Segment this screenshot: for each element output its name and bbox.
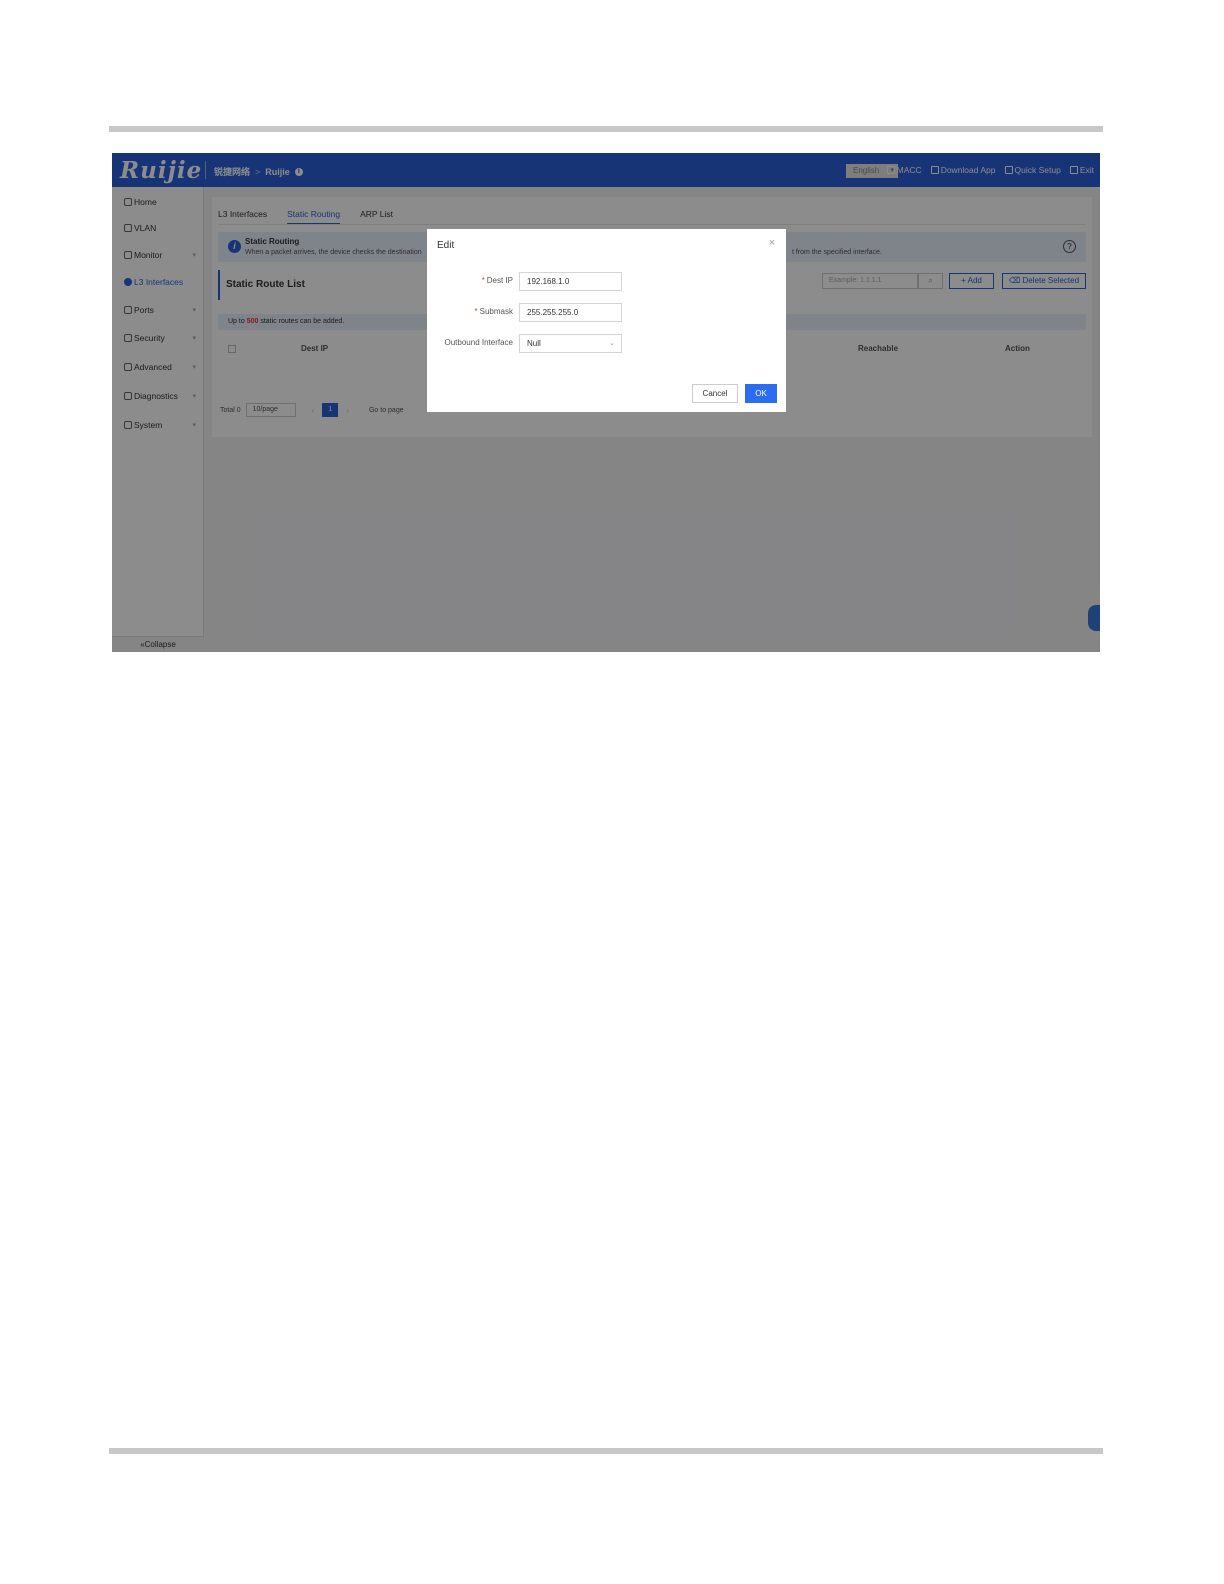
dest-ip-field[interactable]: 192.168.1.0 — [519, 272, 622, 291]
submask-label-text: Submask — [479, 307, 513, 316]
ok-button[interactable]: OK — [745, 384, 777, 403]
cancel-button[interactable]: Cancel — [692, 384, 738, 403]
submask-label: * Submask — [427, 307, 513, 316]
dest-ip-label: * Dest IP — [427, 276, 513, 285]
edit-dialog: Edit × * Dest IP 192.168.1.0 * Submask 255… — [427, 229, 786, 412]
dialog-title: Edit — [437, 240, 455, 251]
required-mark: * — [474, 307, 478, 316]
top-rule — [109, 126, 1103, 132]
screenshot: Ruijie 锐捷网络 > Ruijie i English ▾ MACC Do… — [112, 153, 1100, 652]
outbound-interface-label: Outbound Interface — [444, 338, 514, 347]
close-icon[interactable]: × — [769, 237, 775, 249]
required-mark: * — [481, 276, 485, 285]
submask-field[interactable]: 255.255.255.0 — [519, 303, 622, 322]
outbound-interface-select[interactable]: Null ⌄ — [519, 334, 622, 353]
bottom-rule — [109, 1448, 1103, 1454]
dest-ip-label-text: Dest IP — [486, 276, 513, 285]
outbound-interface-value: Null — [527, 339, 541, 348]
chevron-down-icon: ⌄ — [609, 340, 615, 347]
